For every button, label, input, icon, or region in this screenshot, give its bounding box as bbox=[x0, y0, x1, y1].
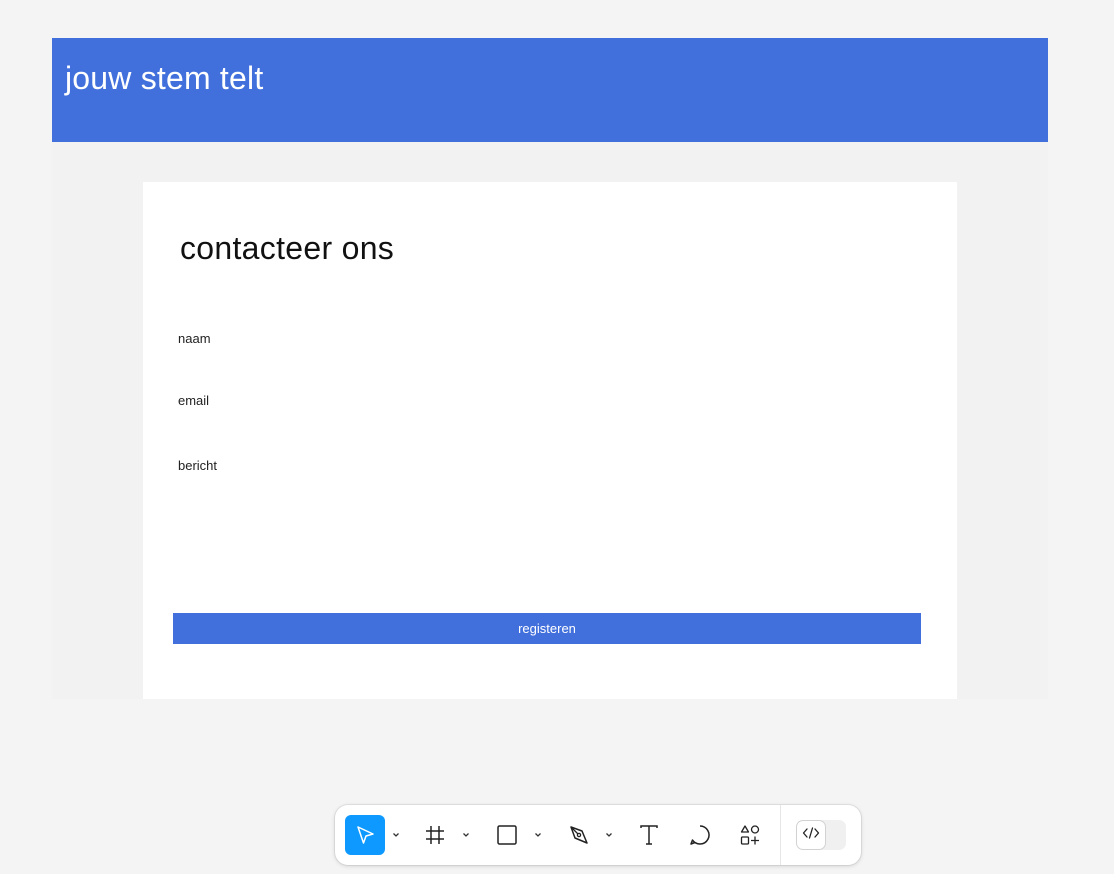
shape-tool-menu-chevron-down-icon[interactable] bbox=[532, 829, 544, 841]
site-title: jouw stem telt bbox=[65, 60, 264, 96]
pen-tool-button[interactable] bbox=[559, 815, 599, 855]
page-frame[interactable]: jouw stem telt contacteer ons naam email… bbox=[52, 38, 1048, 699]
submit-button[interactable]: registeren bbox=[173, 613, 921, 644]
dev-mode-toggle-knob bbox=[797, 821, 825, 849]
text-icon bbox=[638, 824, 660, 846]
actions-tool-button[interactable] bbox=[730, 815, 770, 855]
code-icon bbox=[802, 826, 820, 845]
pen-icon bbox=[568, 824, 590, 846]
contact-form-card: contacteer ons naam email bericht regist… bbox=[143, 182, 957, 699]
email-field-label: email bbox=[178, 393, 210, 408]
comment-icon bbox=[689, 824, 711, 846]
comment-tool-button[interactable] bbox=[680, 815, 720, 855]
actions-icon bbox=[739, 824, 761, 846]
toolbar-divider bbox=[780, 805, 781, 865]
text-tool-button[interactable] bbox=[629, 815, 669, 855]
frame-tool-button[interactable] bbox=[415, 815, 455, 855]
message-field-label: bericht bbox=[178, 458, 218, 473]
name-field-label: naam bbox=[178, 331, 211, 346]
pen-tool-menu-chevron-down-icon[interactable] bbox=[603, 829, 615, 841]
cursor-icon bbox=[354, 824, 376, 846]
site-header: jouw stem telt bbox=[52, 38, 1048, 142]
dev-mode-toggle[interactable] bbox=[796, 820, 846, 850]
rectangle-icon bbox=[496, 824, 518, 846]
frame-icon bbox=[424, 824, 446, 846]
move-tool-menu-chevron-down-icon[interactable] bbox=[390, 829, 402, 841]
frame-tool-menu-chevron-down-icon[interactable] bbox=[460, 829, 472, 841]
design-canvas[interactable]: jouw stem telt contacteer ons naam email… bbox=[0, 0, 1114, 874]
form-title: contacteer ons bbox=[180, 230, 395, 266]
shape-tool-button[interactable] bbox=[487, 815, 527, 855]
bottom-toolbar bbox=[335, 805, 861, 865]
move-tool-button[interactable] bbox=[345, 815, 385, 855]
